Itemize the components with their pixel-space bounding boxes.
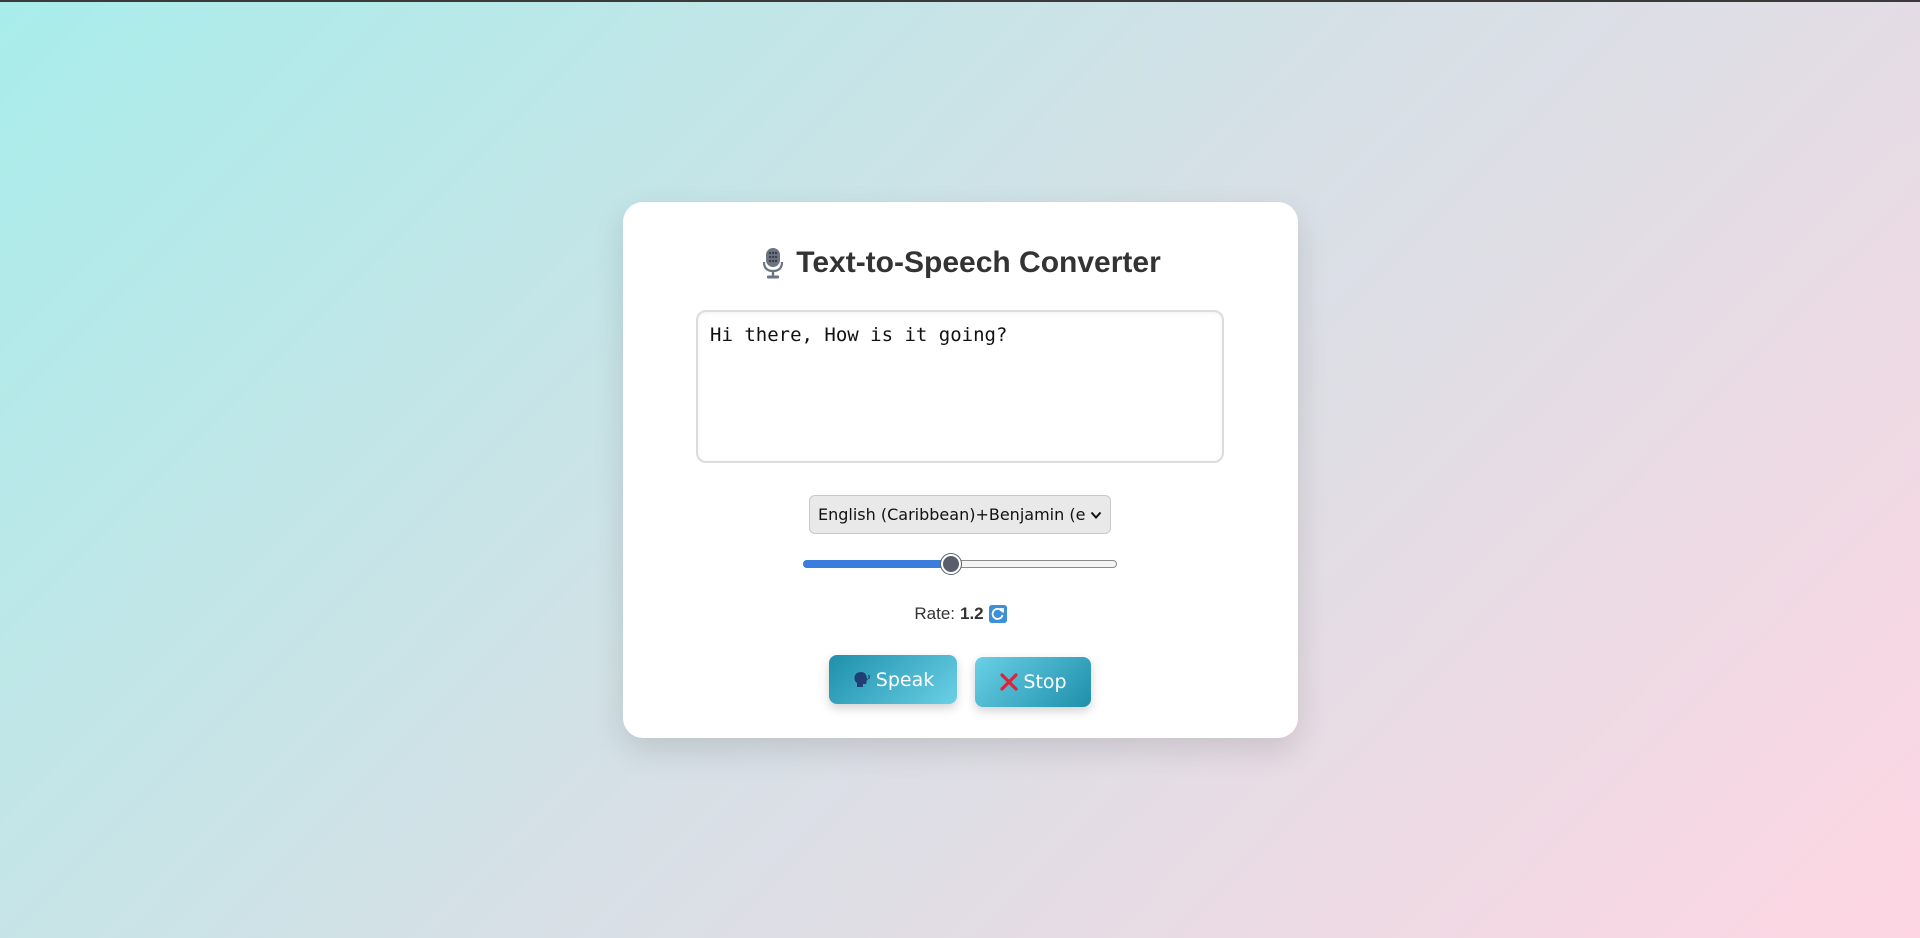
speak-label: Speak — [875, 668, 935, 691]
rate-display: Rate: 1.2 — [623, 604, 1298, 624]
stop-label: Stop — [1023, 671, 1067, 693]
voice-select-value: English (Caribbean)+Benjamin (en- — [818, 505, 1086, 524]
cross-mark-icon — [1000, 673, 1018, 691]
top-border — [0, 0, 1920, 2]
voice-select[interactable]: English (Caribbean)+Benjamin (en- — [809, 495, 1111, 534]
title-text: Text-to-Speech Converter — [796, 246, 1161, 279]
rate-label: Rate: — [914, 604, 955, 623]
rate-slider[interactable] — [803, 554, 1117, 574]
speaking-head-icon — [854, 671, 870, 687]
microphone-icon — [763, 248, 784, 279]
rate-value: 1.2 — [960, 604, 984, 623]
chevron-down-icon — [1090, 511, 1102, 519]
page-title: Text-to-Speech Converter — [623, 246, 1298, 280]
reload-icon — [988, 605, 1007, 623]
converter-card: Text-to-Speech Converter English (Caribb… — [623, 202, 1298, 738]
slider-fill — [803, 560, 951, 568]
slider-thumb[interactable] — [941, 554, 961, 574]
stop-button[interactable]: Stop — [975, 657, 1091, 707]
speak-button[interactable]: Speak — [829, 655, 957, 704]
text-input[interactable] — [696, 310, 1224, 463]
